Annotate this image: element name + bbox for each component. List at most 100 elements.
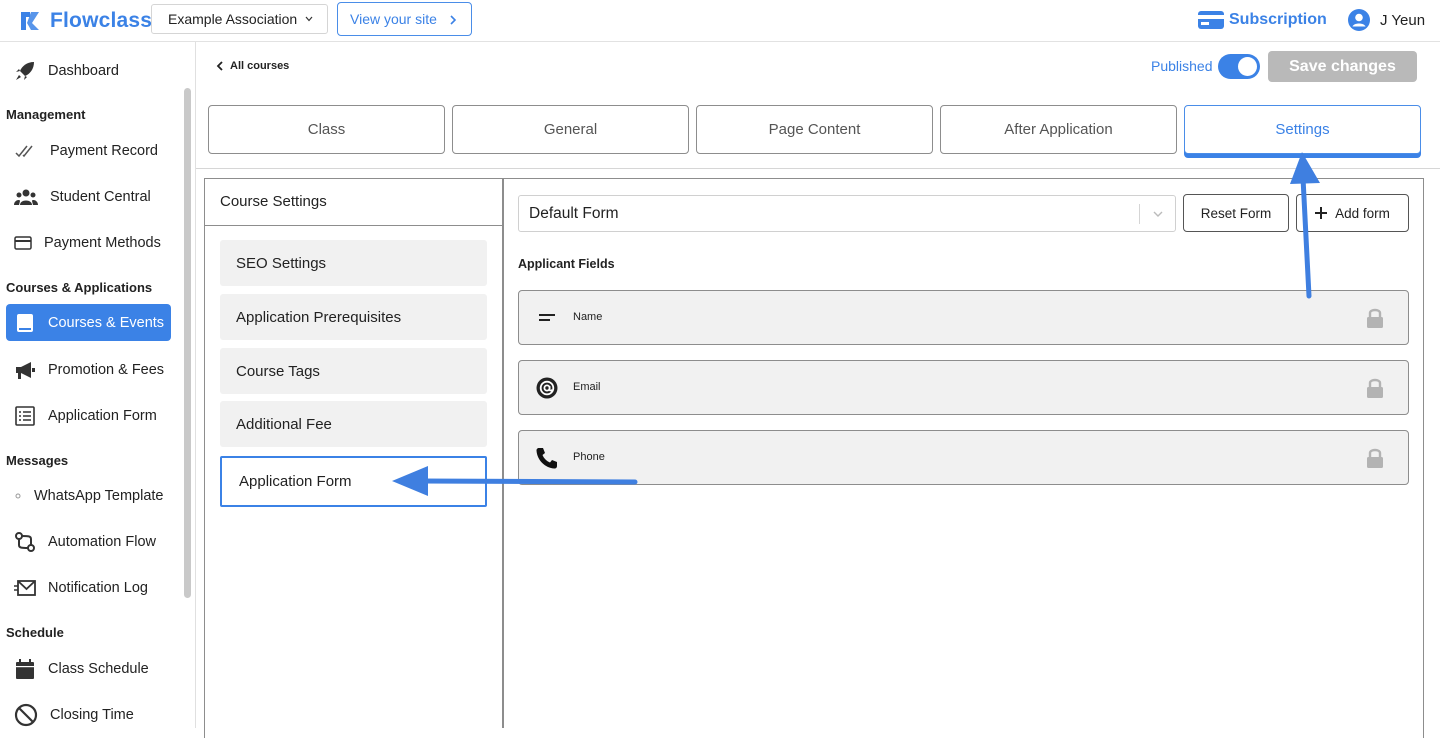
chevron-right-icon [450,15,457,25]
form-icon [15,405,35,426]
sidebar-item-label: Closing Time [50,706,134,723]
view-site-label: View your site [350,11,437,27]
lock-icon [1367,448,1383,468]
sidebar-item-label: Class Schedule [48,660,149,677]
sidebar-item-payment-methods[interactable]: Payment Methods [6,224,171,261]
view-site-button[interactable]: View your site [337,2,472,36]
megaphone-icon [16,361,35,379]
reset-form-button[interactable]: Reset Form [1183,194,1289,232]
user-name: J Yeun [1380,11,1426,29]
sidebar-item-courses-events[interactable]: Courses & Events [6,304,171,341]
field-label: Phone [573,451,605,463]
sidebar-item-label: Payment Record [50,142,158,159]
sidebar-item-label: Application Form [48,407,157,424]
sidebar-item-label: Promotion & Fees [48,361,165,378]
sidebar-item-closing-time[interactable]: Closing Time [6,696,171,733]
whatsapp-icon [15,493,21,498]
form-select-value: Default Form [529,204,619,222]
back-label: All courses [230,60,290,72]
users-icon [14,189,38,205]
subscription-link[interactable]: Subscription [1198,9,1327,31]
mail-send-icon [14,579,36,596]
sidebar-scrollbar[interactable] [184,88,191,598]
chevron-down-icon [305,16,313,22]
sidebar-item-application-form[interactable]: Application Form [6,397,171,434]
lock-icon [1367,308,1383,328]
tab-page-content[interactable]: Page Content [696,105,933,154]
sidebar-item-class-schedule[interactable]: Class Schedule [6,650,171,687]
user-avatar-icon [1348,9,1370,31]
sidebar-item-notification-log[interactable]: Notification Log [6,569,171,606]
sidebar-item-dashboard[interactable]: Dashboard [6,52,171,89]
sidebar-item-label: Courses & Events [48,314,165,331]
organization-name: Example Association [168,11,298,27]
calendar-icon [16,658,34,679]
user-menu[interactable]: J Yeun [1348,8,1425,32]
panel-splitter [502,178,504,728]
sidebar-item-payment-record[interactable]: Payment Record [6,132,171,169]
credit-card-icon [1198,11,1224,29]
back-link[interactable]: All courses [216,58,289,74]
flow-icon [15,531,35,552]
published-toggle[interactable] [1218,54,1260,79]
course-settings-title: Course Settings [220,193,327,210]
double-check-icon [15,145,33,157]
sidebar-item-student-central[interactable]: Student Central [6,178,171,215]
sidebar-item-label: Automation Flow [48,533,156,550]
sidebar-item-label: Notification Log [48,579,148,596]
sidebar-item-automation-flow[interactable]: Automation Flow [6,523,171,560]
main-divider [195,42,196,728]
course-setting-application-form[interactable]: Application Form [220,456,487,507]
top-bar: Flowclass Example Association View your … [0,0,1440,42]
sidebar-item-whatsapp-template[interactable]: WhatsApp Template [6,477,171,514]
sidebar-section-messages: Messages [6,453,69,468]
course-setting-additional-fee[interactable]: Additional Fee [220,401,487,447]
tab-settings[interactable]: Settings [1184,105,1421,154]
field-row-name[interactable]: Name [518,290,1409,345]
field-row-phone[interactable]: Phone [518,430,1409,485]
field-label: Email [573,381,601,393]
tab-class[interactable]: Class [208,105,445,154]
add-form-label: Add form [1335,205,1390,221]
applicant-fields-heading: Applicant Fields [518,257,615,271]
brand-logo[interactable]: Flowclass [18,6,152,36]
sidebar-section-schedule: Schedule [6,625,64,640]
tab-general[interactable]: General [452,105,689,154]
rocket-icon [16,61,34,80]
sidebar-item-label: WhatsApp Template [34,487,164,504]
card-icon [14,235,32,250]
sidebar-section-management: Management [6,107,86,122]
course-setting-prerequisites[interactable]: Application Prerequisites [220,294,487,340]
book-icon [17,313,33,332]
chevron-down-icon [1153,211,1163,217]
add-form-button[interactable]: Add form [1296,194,1409,232]
sidebar: Dashboard Management Payment Record Stud… [0,42,191,728]
brand-name: Flowclass [50,9,153,32]
course-setting-seo[interactable]: SEO Settings [220,240,487,286]
phone-icon [535,447,559,469]
subscription-label: Subscription [1229,11,1327,28]
sidebar-item-label: Student Central [50,188,151,205]
select-separator [1139,204,1140,224]
sidebar-item-label: Payment Methods [44,234,161,251]
tab-after-application[interactable]: After Application [940,105,1177,154]
published-label: Published [1151,58,1213,74]
sidebar-item-promotion-fees[interactable]: Promotion & Fees [6,351,171,388]
sidebar-item-label: Dashboard [48,62,119,79]
course-settings-divider [205,225,502,226]
course-setting-tags[interactable]: Course Tags [220,348,487,394]
chevron-left-icon [216,61,223,71]
tabs-divider [196,168,1440,169]
sidebar-section-courses: Courses & Applications [6,280,153,295]
field-row-email[interactable]: Email [518,360,1409,415]
at-sign-icon [535,377,559,399]
plus-icon [1315,207,1328,219]
organization-select[interactable]: Example Association [151,4,328,34]
form-select[interactable]: Default Form [518,195,1176,232]
field-label: Name [573,311,603,323]
save-button[interactable]: Save changes [1268,51,1417,82]
flowclass-logo-icon [21,12,39,30]
lock-icon [1367,378,1383,398]
prohibited-icon [14,703,38,726]
text-lines-icon [535,307,559,329]
